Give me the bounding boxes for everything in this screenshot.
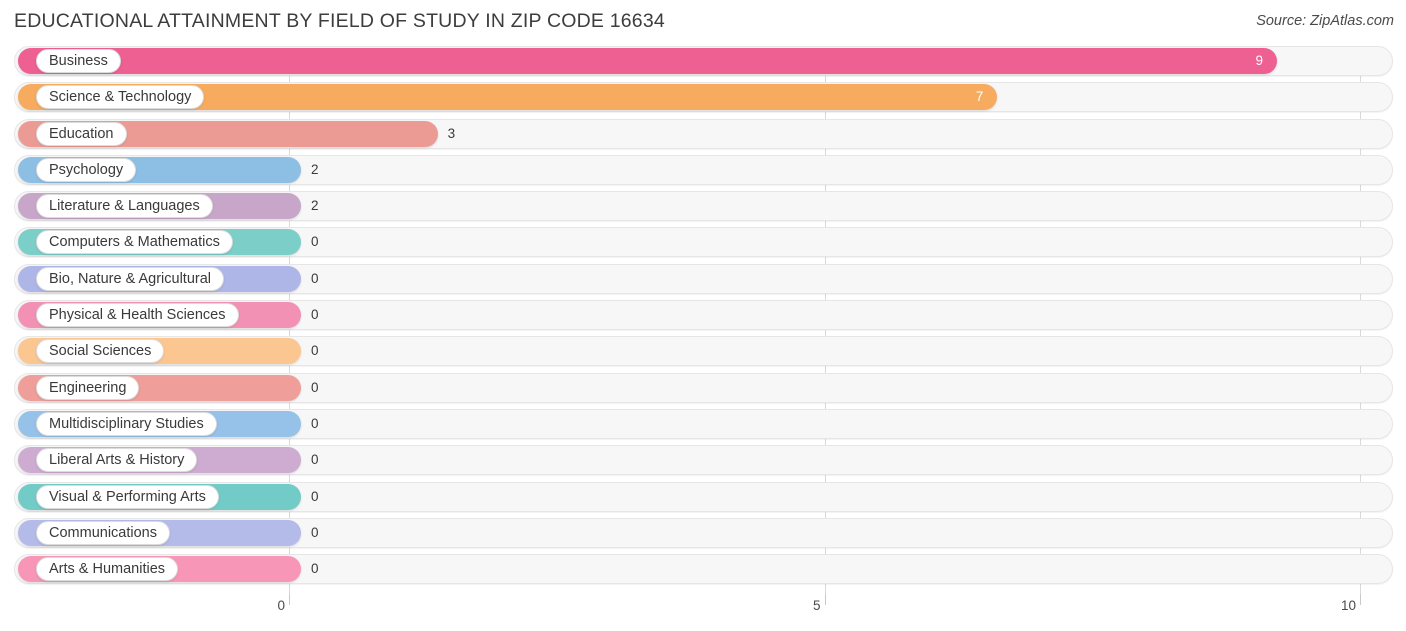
bar-value-label: 0 xyxy=(311,524,319,540)
bar-value-label: 2 xyxy=(311,161,319,177)
category-label[interactable]: Literature & Languages xyxy=(36,194,213,219)
category-label[interactable]: Multidisciplinary Studies xyxy=(36,411,217,436)
bar-value-label: 0 xyxy=(311,415,319,431)
bar-row[interactable]: 0 Liberal Arts & History xyxy=(0,445,1406,476)
category-label[interactable]: Computers & Mathematics xyxy=(36,230,233,255)
category-label[interactable]: Physical & Health Sciences xyxy=(36,303,239,328)
bar-row[interactable]: 0 Physical & Health Sciences xyxy=(0,300,1406,331)
bar-value-label: 0 xyxy=(311,234,319,250)
bar-value-label: 0 xyxy=(311,270,319,286)
bar-row[interactable]: 0 Arts & Humanities xyxy=(0,554,1406,585)
bar-value-label: 0 xyxy=(311,561,319,577)
plot-area: 9 Business 7 Science & Technology 3 Education… xyxy=(0,46,1406,594)
axis-tick-label: 10 xyxy=(1340,598,1356,613)
bar-row[interactable]: 0 Communications xyxy=(0,517,1406,548)
chart-page: EDUCATIONAL ATTAINMENT BY FIELD OF STUDY… xyxy=(0,0,1406,631)
bar-value-label: 0 xyxy=(311,307,319,323)
category-label[interactable]: Science & Technology xyxy=(36,85,205,110)
bar-row[interactable]: 0 Multidisciplinary Studies xyxy=(0,408,1406,439)
axis-tick xyxy=(1360,594,1361,605)
category-label[interactable]: Business xyxy=(36,49,121,73)
category-label[interactable]: Psychology xyxy=(36,157,137,182)
category-label[interactable]: Visual & Performing Arts xyxy=(36,484,219,509)
bar-value-label: 7 xyxy=(975,89,984,105)
bar-row[interactable]: 0 Engineering xyxy=(0,372,1406,403)
bar[interactable]: 9 xyxy=(18,48,1277,74)
bar-value-label: 0 xyxy=(311,379,319,395)
category-label[interactable]: Arts & Humanities xyxy=(36,557,179,582)
bar-row[interactable]: 0 Bio, Nature & Agricultural xyxy=(0,263,1406,294)
chart-header: EDUCATIONAL ATTAINMENT BY FIELD OF STUDY… xyxy=(0,0,1406,46)
axis-tick-label: 0 xyxy=(277,598,285,613)
bar-value-label: 9 xyxy=(1255,53,1263,68)
bar-value-label: 0 xyxy=(311,488,319,504)
bar-row[interactable]: 2 Literature & Languages xyxy=(0,191,1406,222)
bar-row[interactable]: 9 Business xyxy=(0,46,1406,76)
bar-row[interactable]: 3 Education xyxy=(0,118,1406,149)
axis-tick-label: 5 xyxy=(812,598,821,613)
category-label[interactable]: Education xyxy=(36,121,127,146)
bar-value-label: 0 xyxy=(311,452,319,468)
category-label[interactable]: Bio, Nature & Agricultural xyxy=(36,266,224,291)
x-axis: 0 5 10 xyxy=(0,594,1406,631)
page-title: EDUCATIONAL ATTAINMENT BY FIELD OF STUDY… xyxy=(14,10,665,32)
axis-tick xyxy=(824,594,826,605)
bar-row[interactable]: 2 Psychology xyxy=(0,154,1406,185)
bar-row[interactable]: 0 Social Sciences xyxy=(0,336,1406,367)
axis-tick xyxy=(289,594,290,605)
source-attribution: Source: ZipAtlas.com xyxy=(1256,13,1394,29)
bar-row[interactable]: 0 Computers & Mathematics xyxy=(0,227,1406,258)
bar-row[interactable]: 0 Visual & Performing Arts xyxy=(0,481,1406,512)
bar-value-label: 3 xyxy=(447,125,456,141)
category-label[interactable]: Social Sciences xyxy=(36,339,165,364)
bar-value-label: 0 xyxy=(311,343,319,359)
bar-value-label: 2 xyxy=(311,198,319,214)
bar-rows: 9 Business 7 Science & Technology 3 Education… xyxy=(0,46,1406,590)
category-label[interactable]: Engineering xyxy=(36,375,140,400)
category-label[interactable]: Liberal Arts & History xyxy=(36,448,198,473)
category-label[interactable]: Communications xyxy=(36,520,170,545)
bar-row[interactable]: 7 Science & Technology xyxy=(0,82,1406,113)
